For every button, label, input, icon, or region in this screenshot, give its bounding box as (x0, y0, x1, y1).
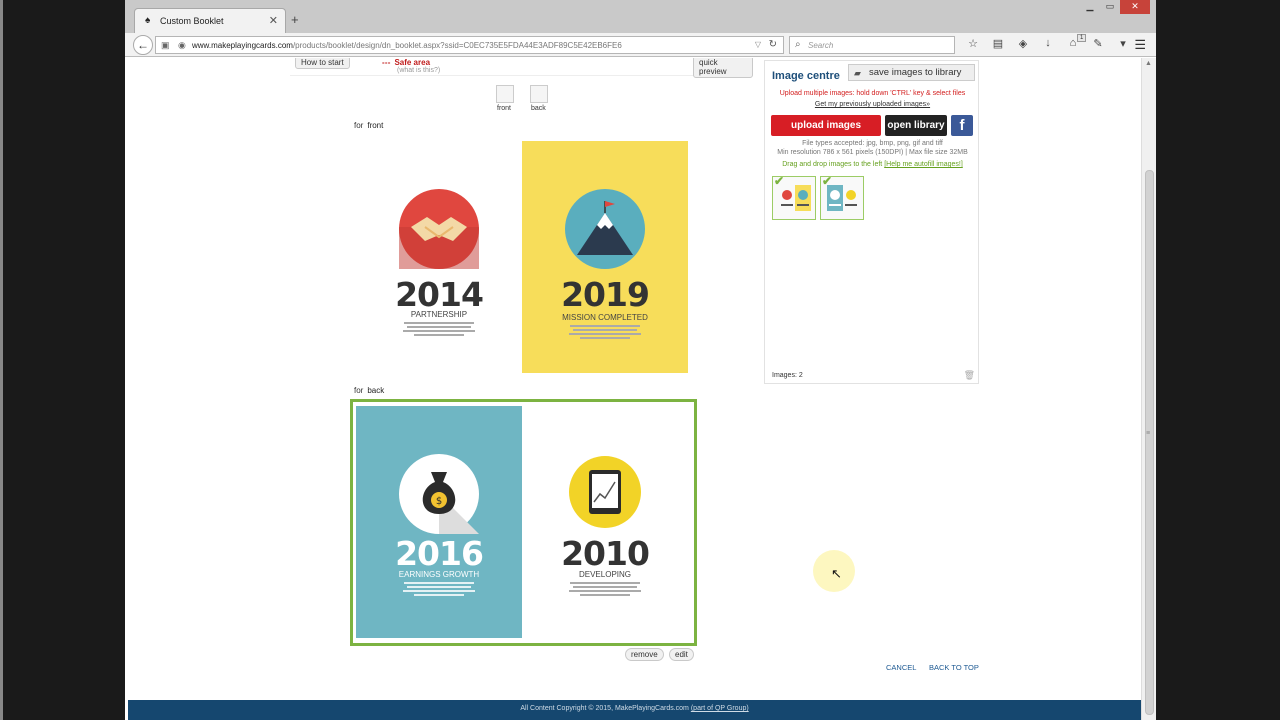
chevron-down-icon[interactable]: ▾ (1115, 37, 1131, 50)
browser-tools: ☆ ▤ ◈ ↓ ⌂ ✎ ▾ (965, 37, 1131, 50)
open-library-button[interactable]: open library (885, 115, 947, 136)
vertical-scrollbar[interactable]: ▲ ≡ (1141, 58, 1156, 720)
page-content: How to start - - - Safe area (what is thi… (128, 58, 1141, 720)
back-section-label: for back (354, 386, 385, 395)
spade-icon: ♠ (145, 15, 151, 26)
drag-drop-text: Drag and drop images to the left [Help m… (782, 161, 963, 168)
bookmark-star-icon[interactable]: ☆ (965, 37, 981, 50)
body-text-lines (396, 580, 482, 598)
year-text: 2014 (395, 275, 484, 314)
facebook-icon[interactable]: f (951, 115, 973, 136)
file-types-text: File types accepted: jpg, bmp, png, gif … (802, 140, 943, 147)
handshake-icon (399, 189, 479, 269)
cancel-link[interactable]: CANCEL (886, 663, 916, 672)
year-text: 2010 (561, 534, 650, 573)
tab-bar: ♠ Custom Booklet ✕ + ▁ ▭ ✕ (125, 0, 1156, 33)
tablet-chart-icon (569, 456, 641, 528)
minimize-icon[interactable]: ▁ (1080, 0, 1100, 14)
close-tab-icon[interactable]: ✕ (269, 14, 278, 27)
card-2014[interactable]: 2014 PARTNERSHIP (356, 141, 522, 373)
address-bar[interactable]: ▣ ◉ www.makeplayingcards.com/products/bo… (155, 36, 784, 54)
min-resolution-text: Min resolution 786 x 561 pixels (150DPI)… (777, 149, 968, 156)
extension-icon[interactable]: ✎ (1090, 37, 1106, 50)
reading-list-icon[interactable]: ▤ (990, 37, 1006, 50)
scroll-up-icon[interactable]: ▲ (1145, 60, 1152, 67)
images-count: Images: 2 (772, 372, 803, 379)
year-text: 2019 (561, 275, 650, 314)
caption-text: MISSION COMPLETED (562, 313, 648, 322)
uploaded-image-thumb[interactable]: ✔ (772, 174, 816, 220)
hamburger-menu-icon[interactable]: ☰ (1134, 37, 1146, 53)
window-controls: ▁ ▭ ✕ (1080, 0, 1150, 14)
caption-text: DEVELOPING (578, 570, 631, 579)
back-side-label: back (531, 105, 546, 112)
page-icon: ▣ (161, 40, 170, 50)
globe-icon: ◉ (178, 40, 186, 50)
pocket-icon[interactable]: ◈ (1015, 37, 1031, 50)
save-images-to-library-button[interactable]: ▰ save images to library (848, 64, 975, 81)
body-text-lines (562, 580, 648, 598)
upload-hint: Upload multiple images: hold down 'CTRL'… (779, 90, 966, 97)
new-tab-button[interactable]: + (291, 12, 299, 27)
previous-uploads-link[interactable]: Get my previously uploaded images» (765, 101, 980, 108)
uploaded-image-thumb[interactable]: ✔ (820, 174, 864, 220)
tab-title: Custom Booklet (160, 16, 224, 26)
back-button[interactable]: ← (133, 35, 153, 55)
upload-images-button[interactable]: upload images (771, 115, 881, 136)
folder-icon: ▰ (854, 68, 861, 78)
front-side-label: front (497, 105, 512, 112)
maximize-icon[interactable]: ▭ (1100, 0, 1120, 14)
search-icon: ⌕ (795, 39, 801, 50)
url-text: www.makeplayingcards.com/products/bookle… (192, 41, 622, 50)
navigation-bar: ← ▣ ◉ www.makeplayingcards.com/products/… (125, 33, 1156, 57)
money-bag-icon: $ (399, 454, 479, 534)
scrollbar-thumb[interactable] (1145, 170, 1154, 715)
mountain-flag-icon (565, 189, 645, 269)
quick-preview-button[interactable]: quick preview (693, 58, 753, 78)
trash-icon[interactable]: 🗑 (964, 370, 975, 381)
image-centre-panel: Image centre ▰ save images to library Up… (764, 60, 979, 384)
how-to-start-button[interactable]: How to start (295, 58, 350, 69)
dashed-line-icon: - - - (382, 58, 391, 67)
qp-group-link[interactable]: (part of QP Group) (691, 705, 749, 712)
desktop-edge (0, 0, 3, 720)
back-side-thumb[interactable] (530, 85, 548, 103)
tab-custom-booklet[interactable]: ♠ Custom Booklet ✕ (134, 8, 286, 33)
front-side-thumb[interactable] (496, 85, 514, 103)
browser-window: ♠ Custom Booklet ✕ + ▁ ▭ ✕ ← ▣ ◉ www.mak… (125, 0, 1156, 720)
caption-text: EARNINGS GROWTH (398, 570, 480, 579)
edit-button[interactable]: edit (669, 648, 694, 661)
svg-text:$: $ (436, 496, 442, 507)
chevron-down-icon[interactable]: ▽ (755, 40, 761, 49)
what-is-this-link[interactable]: (what is this?) (397, 67, 440, 74)
body-text-lines (562, 323, 648, 341)
checkmark-icon: ✔ (822, 174, 833, 188)
front-section-label: for front (354, 121, 384, 130)
caption-text: PARTNERSHIP (410, 310, 468, 319)
back-to-top-link[interactable]: BACK TO TOP (929, 663, 979, 672)
designer-toolbar: How to start - - - Safe area (what is thi… (290, 58, 753, 78)
panel-title: Image centre (772, 70, 840, 82)
reload-icon[interactable]: ↻ (769, 39, 777, 50)
mouse-pointer-icon: ↖ (831, 566, 842, 581)
card-2010[interactable]: 2010 DEVELOPING (522, 406, 688, 638)
download-icon[interactable]: ↓ (1040, 37, 1056, 50)
close-window-icon[interactable]: ✕ (1120, 0, 1150, 14)
safe-area-legend: - - - Safe area (382, 58, 431, 67)
body-text-lines (396, 320, 482, 338)
card-2016[interactable]: $ 2016 EARNINGS GROWTH (356, 406, 522, 638)
notification-badge: 1 (1077, 34, 1087, 42)
checkmark-icon: ✔ (774, 174, 785, 188)
autofill-link[interactable]: [Help me autofill images!] (884, 161, 963, 168)
remove-button[interactable]: remove (625, 648, 664, 661)
card-2019[interactable]: 2019 MISSION COMPLETED (522, 141, 688, 373)
search-input[interactable]: ⌕ Search (789, 36, 955, 54)
year-text: 2016 (395, 534, 484, 573)
site-footer: All Content Copyright © 2015, MakePlayin… (128, 700, 1141, 720)
scroll-grip-icon: ≡ (1146, 430, 1151, 437)
